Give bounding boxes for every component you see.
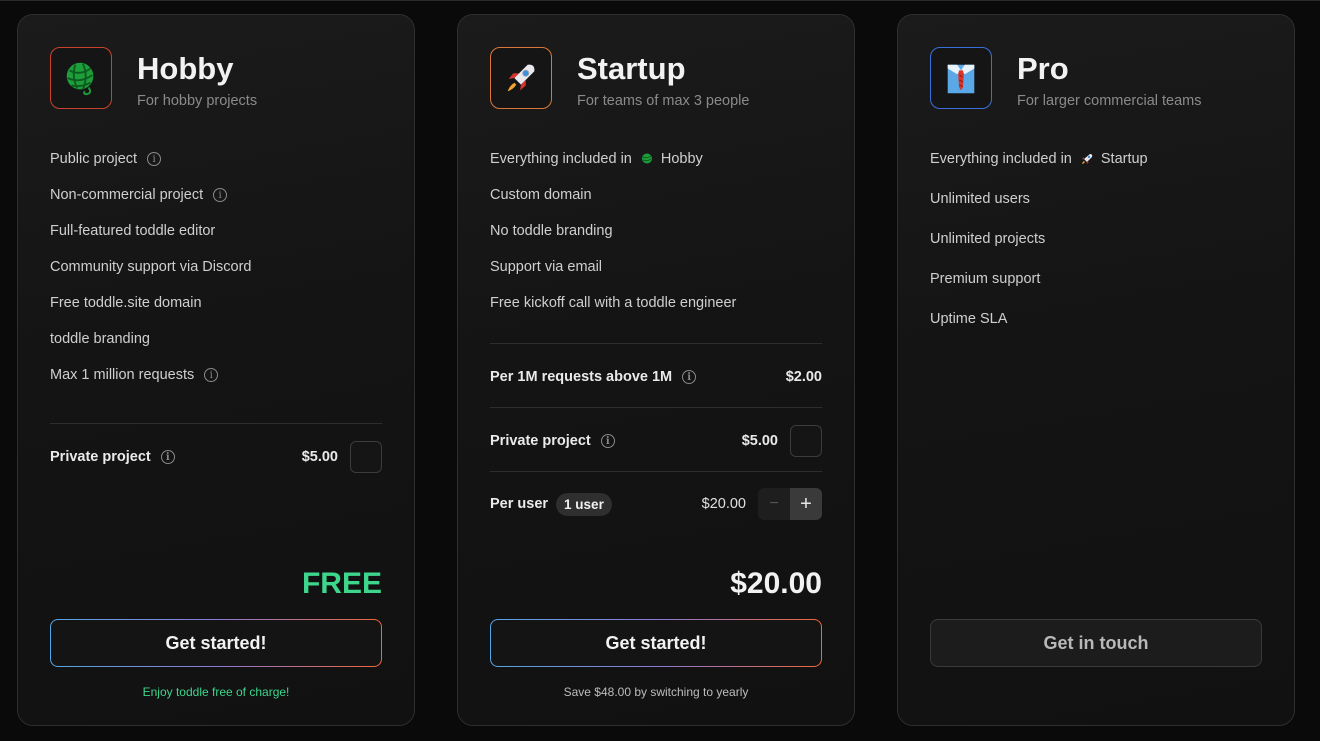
get-started-button[interactable]: Get started! [50,619,382,667]
feature-item: Full-featured toddle editor [50,223,215,239]
plan-subtitle: For hobby projects [137,93,258,109]
feature-label: Everything included in [490,151,632,167]
feature-label: Everything included in [930,151,1072,167]
addon-requests: Per 1M requests above 1M i $2.00 [490,361,822,393]
rocket-icon [490,47,552,109]
feature-label: Unlimited users [930,191,1030,207]
plan-title: Hobby [137,51,234,86]
addon-label-text: Per 1M requests above 1M [490,369,673,385]
shirt-and-tie-icon [930,47,992,109]
feature-item: Public project i [50,151,162,167]
plan-note: Save $48.00 by switching to yearly [563,685,749,699]
feature-plan-name: Hobby [660,151,703,167]
feature-item: Premium support [930,271,1040,287]
feature-item: Uptime SLA [930,311,1007,327]
addon-label: Private project i [490,433,615,449]
private-project-checkbox[interactable] [790,425,822,457]
feature-item: Everything included in Startup [930,151,1148,167]
get-in-touch-button[interactable]: Get in touch [930,619,1262,667]
rocket-icon [1081,154,1093,164]
feature-item: Custom domain [490,187,592,203]
feature-label: Uptime SLA [930,311,1008,327]
feature-label: Free kickoff call with a toddle engineer [490,295,737,311]
info-icon[interactable]: i [682,370,697,384]
plan-card-hobby: Hobby For hobby projects Public project … [17,14,415,726]
info-icon[interactable]: i [204,368,219,382]
addon-private-project: Private project i $5.00 [490,425,822,457]
yarn-ball-icon [50,47,112,109]
addon-price: $20.00 [701,496,746,512]
feature-item: Support via email [490,259,602,275]
feature-label: Public project [50,151,138,167]
plan-card-startup: Startup For teams of max 3 people Everyt… [457,14,855,726]
feature-item: Free toddle.site domain [50,295,202,311]
addon-price: $5.00 [741,433,778,449]
feature-label: toddle branding [50,331,150,347]
feature-item: Unlimited users [930,191,1030,207]
feature-item: Free kickoff call with a toddle engineer [490,295,736,311]
feature-item: Everything included in Hobby [490,151,703,167]
user-quantity-stepper: − + [758,488,822,520]
addon-label-text: Per user [490,496,549,512]
top-border [0,0,1320,1]
user-count-badge: 1 user [556,492,612,516]
addon-private-project: Private project i $5.00 [50,441,382,473]
feature-item: Unlimited projects [930,231,1045,247]
addon-label: Private project i [50,449,175,465]
info-icon[interactable]: i [213,188,228,202]
feature-label: Max 1 million requests [50,367,195,383]
addon-price: $5.00 [301,449,338,465]
feature-plan-name: Startup [1100,151,1148,167]
addon-label-text: Private project [50,449,151,465]
feature-label: No toddle branding [490,223,613,239]
feature-label: Premium support [930,271,1041,287]
info-icon[interactable]: i [147,152,162,166]
plan-subtitle: For larger commercial teams [1017,93,1202,109]
feature-label: Free toddle.site domain [50,295,202,311]
feature-label: Full-featured toddle editor [50,223,216,239]
yarn-ball-icon [641,153,652,164]
addon-label: Per user 1 user [490,492,612,516]
divider [50,423,382,424]
addon-label: Per 1M requests above 1M i [490,369,697,385]
addon-per-user: Per user 1 user $20.00 − + [490,488,822,520]
feature-item: Non-commercial project i [50,187,228,203]
addon-label-text: Private project [490,433,591,449]
info-icon[interactable]: i [160,450,175,464]
divider [490,343,822,344]
feature-label: Support via email [490,259,603,275]
plan-card-pro: Pro For larger commercial teams Everythi… [897,14,1295,726]
plan-title: Startup [577,51,686,86]
feature-item: Max 1 million requests i [50,367,219,383]
private-project-checkbox[interactable] [350,441,382,473]
feature-item: toddle branding [50,331,150,347]
plan-subtitle: For teams of max 3 people [577,93,750,109]
feature-label: Unlimited projects [930,231,1046,247]
decrement-button[interactable]: − [758,488,790,520]
addon-price: $2.00 [785,369,822,385]
plan-note: Enjoy toddle free of charge! [142,685,290,699]
divider [490,407,822,408]
plan-total: FREE [301,567,382,600]
plan-title: Pro [1017,51,1069,86]
feature-item: No toddle branding [490,223,613,239]
feature-label: Custom domain [490,187,592,203]
plan-total: $20.00 [730,567,822,600]
feature-label: Community support via Discord [50,259,252,275]
get-started-button[interactable]: Get started! [490,619,822,667]
feature-item: Community support via Discord [50,259,251,275]
feature-label: Non-commercial project [50,187,204,203]
increment-button[interactable]: + [790,488,822,520]
divider [490,471,822,472]
info-icon[interactable]: i [600,434,615,448]
